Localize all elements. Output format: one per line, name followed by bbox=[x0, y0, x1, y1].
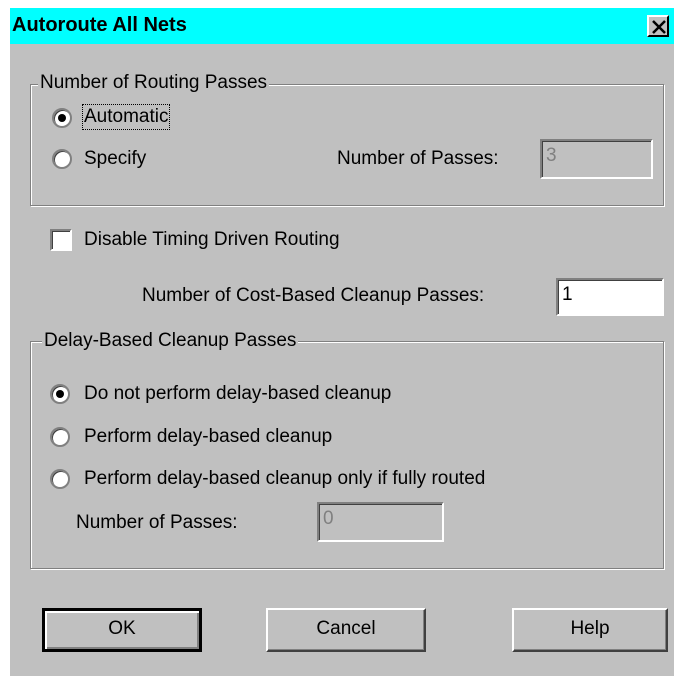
ok-button[interactable]: OK bbox=[42, 608, 202, 652]
delay-cleanup-legend: Delay-Based Cleanup Passes bbox=[42, 330, 299, 352]
delay-option-none-label[interactable]: Do not perform delay-based cleanup bbox=[84, 383, 391, 405]
delay-num-passes-label: Number of Passes: bbox=[76, 512, 238, 533]
title-bar: Autoroute All Nets bbox=[10, 8, 674, 44]
radio-selected-dot bbox=[56, 390, 64, 398]
cost-cleanup-field[interactable]: 1 bbox=[556, 278, 664, 316]
delay-option-perform-radio[interactable] bbox=[50, 427, 70, 447]
radio-selected-dot bbox=[58, 114, 66, 122]
specify-radio[interactable] bbox=[52, 149, 72, 169]
delay-option-perform-label[interactable]: Perform delay-based cleanup bbox=[84, 426, 332, 448]
disable-timing-label[interactable]: Disable Timing Driven Routing bbox=[84, 229, 340, 251]
dialog-title: Autoroute All Nets bbox=[12, 14, 187, 36]
routing-num-passes-field[interactable]: 3 bbox=[540, 139, 653, 179]
help-button[interactable]: Help bbox=[512, 608, 668, 652]
close-icon bbox=[652, 20, 666, 34]
delay-option-if-routed-radio[interactable] bbox=[50, 469, 70, 489]
cost-cleanup-label: Number of Cost-Based Cleanup Passes: bbox=[142, 285, 485, 306]
routing-num-passes-label: Number of Passes: bbox=[337, 148, 499, 169]
autoroute-dialog: Autoroute All Nets Number of Routing Pas… bbox=[10, 8, 674, 676]
routing-passes-legend: Number of Routing Passes bbox=[38, 72, 270, 94]
disable-timing-checkbox[interactable] bbox=[50, 229, 72, 251]
automatic-label[interactable]: Automatic bbox=[81, 104, 171, 130]
close-button[interactable] bbox=[647, 15, 669, 37]
automatic-radio[interactable] bbox=[52, 108, 72, 128]
delay-option-if-routed-label[interactable]: Perform delay-based cleanup only if full… bbox=[84, 468, 485, 490]
specify-label[interactable]: Specify bbox=[84, 148, 146, 170]
delay-option-none-radio[interactable] bbox=[50, 384, 70, 404]
cancel-button[interactable]: Cancel bbox=[266, 608, 426, 652]
delay-num-passes-field[interactable]: 0 bbox=[317, 502, 444, 542]
